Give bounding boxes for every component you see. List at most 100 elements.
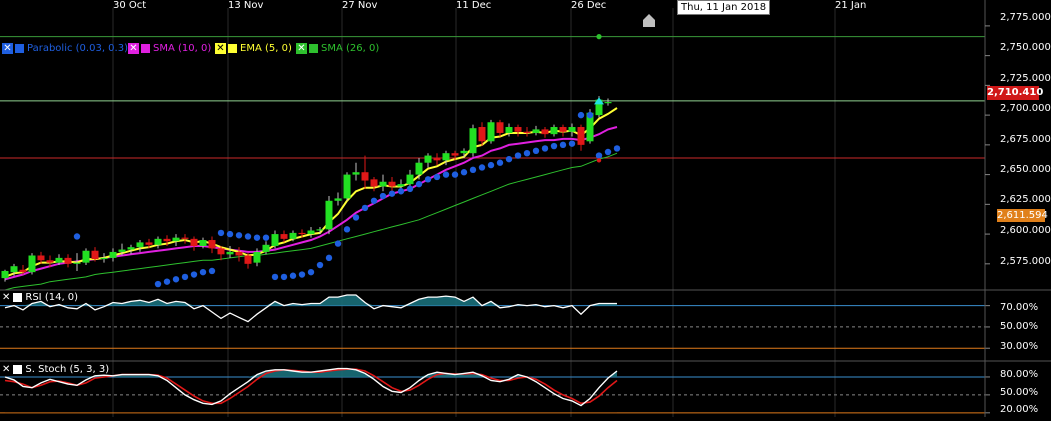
sar-dot (164, 278, 170, 284)
price-tick-5: 2,650.000 (1000, 164, 1051, 175)
rsi-panel-title[interactable]: ✕ RSI (14, 0) (2, 292, 78, 303)
candle-body (461, 151, 468, 153)
sar-dot (488, 162, 494, 168)
sar-dot (398, 188, 404, 194)
date-label-3: 11 Dec (456, 0, 491, 11)
candle-body (2, 271, 9, 278)
candle-body (380, 182, 387, 187)
candle-body (452, 153, 459, 155)
price-tick-7: 2,600.000 (1000, 225, 1051, 236)
price-tick-2: 2,725.000 (1000, 73, 1051, 84)
crosshair-date-text: Thu, 11 Jan 2018 (681, 2, 766, 13)
sar-dot (326, 255, 332, 261)
candle-body (200, 240, 207, 246)
date-label-1: 13 Nov (228, 0, 263, 11)
candle-body (218, 248, 225, 254)
sma-price-badge: 2,611.594 (997, 209, 1045, 222)
legend-parabolic-label: Parabolic (0.03, 0.3) (27, 43, 128, 54)
candle-body (434, 158, 441, 160)
candle-body (254, 252, 261, 263)
legend-sma26-label: SMA (26, 0) (321, 43, 379, 54)
candle-body (29, 256, 36, 273)
sar-dot (470, 167, 476, 173)
parabolic-color-swatch (15, 44, 24, 53)
candle-body (515, 127, 522, 132)
sar-dot (362, 205, 368, 211)
sar-dot (380, 193, 386, 199)
candle-body (443, 153, 450, 160)
rsi-tick-0: 70.00% (1000, 302, 1038, 313)
stoch-panel-title[interactable]: ✕ S. Stoch (5, 3, 3) (2, 364, 109, 375)
candle-body (227, 252, 234, 254)
remove-rsi-icon[interactable]: ✕ (2, 292, 10, 303)
sar-dot (227, 231, 233, 237)
sar-dot (182, 274, 188, 280)
sar-dot (344, 226, 350, 232)
sar-dot (506, 156, 512, 162)
stoch-tick-0: 80.00% (1000, 369, 1038, 380)
date-label-5: 21 Jan (835, 0, 866, 11)
sar-dot (560, 142, 566, 148)
candle-body (416, 163, 423, 175)
sar-dot (416, 181, 422, 187)
legend-ema5-label: EMA (5, 0) (240, 43, 292, 54)
candle-body (605, 102, 612, 103)
sma-price-text: 2,611.594 (997, 210, 1048, 221)
candle-body (65, 258, 72, 264)
price-tick-4: 2,675.000 (1000, 134, 1051, 145)
candle-body (299, 233, 306, 234)
chart-svg[interactable] (0, 0, 1051, 417)
legend-sma10[interactable]: ✕ SMA (10, 0) (128, 41, 211, 55)
price-tick-0: 2,775.000 (1000, 12, 1051, 23)
crosshair-date-tooltip: Thu, 11 Jan 2018 (677, 0, 770, 15)
candle-body (551, 127, 558, 134)
candle-body (245, 256, 252, 264)
candle-body (173, 238, 180, 242)
rsi-tick-2: 30.00% (1000, 341, 1038, 352)
legend-sma10-label: SMA (10, 0) (153, 43, 211, 54)
candle-body (542, 129, 549, 134)
candle-body (92, 251, 99, 259)
candle-body (263, 245, 270, 252)
sar-dot (236, 232, 242, 238)
candle-body (344, 175, 351, 199)
last-price-text: 2,710.410 (987, 87, 1043, 98)
sar-dot (299, 271, 305, 277)
remove-parabolic-icon[interactable]: ✕ (2, 43, 13, 54)
price-tick-8: 2,575.000 (1000, 256, 1051, 267)
sar-dot (218, 230, 224, 236)
legend-sma26[interactable]: ✕ SMA (26, 0) (296, 41, 379, 55)
candle-body (353, 172, 360, 174)
candle-body (326, 201, 333, 230)
last-price-badge: 2,710.410 (987, 86, 1039, 100)
stoch-color-swatch (13, 365, 22, 374)
candle-body (272, 234, 279, 246)
remove-ema5-icon[interactable]: ✕ (215, 43, 226, 54)
remove-sma26-icon[interactable]: ✕ (296, 43, 307, 54)
sar-dot (569, 140, 575, 146)
sar-dot (614, 145, 620, 151)
sar-dot (272, 274, 278, 280)
candle-body (74, 263, 81, 264)
sar-dot (191, 271, 197, 277)
sar-dot (479, 164, 485, 170)
candle-body (371, 179, 378, 186)
signal-dot (596, 34, 601, 39)
sar-dot (371, 198, 377, 204)
legend-parabolic[interactable]: ✕ Parabolic (0.03, 0.3) (2, 41, 128, 55)
candle-body (578, 127, 585, 145)
candle-body (470, 128, 477, 153)
chart-stage[interactable]: 30 Oct 13 Nov 27 Nov 11 Dec 26 Dec 21 Ja… (0, 0, 1051, 417)
sar-dot (407, 186, 413, 192)
date-label-4: 26 Dec (571, 0, 606, 11)
remove-stoch-icon[interactable]: ✕ (2, 364, 10, 375)
sar-dot (317, 262, 323, 268)
date-label-0: 30 Oct (113, 0, 146, 11)
candle-body (398, 184, 405, 186)
rsi-tick-1: 50.00% (1000, 321, 1038, 332)
remove-sma10-icon[interactable]: ✕ (128, 43, 139, 54)
legend-ema5[interactable]: ✕ EMA (5, 0) (215, 41, 292, 55)
sar-dot (425, 176, 431, 182)
candle-body (20, 270, 27, 272)
candle-body (524, 132, 531, 133)
